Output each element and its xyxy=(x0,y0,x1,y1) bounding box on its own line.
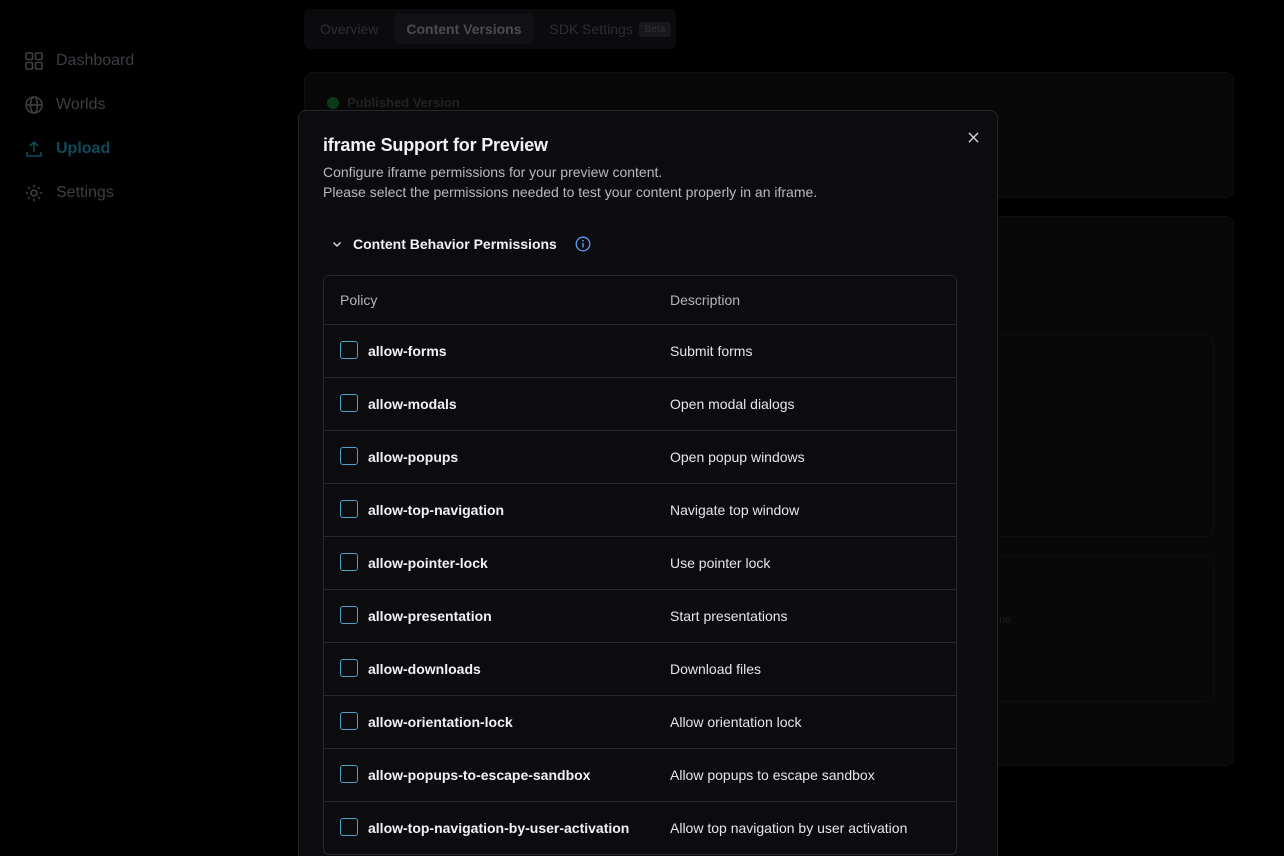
column-header-policy: Policy xyxy=(340,292,378,308)
table-header: Policy Description xyxy=(324,276,956,324)
modal-description: Configure iframe permissions for your pr… xyxy=(323,162,817,202)
table-row: allow-presentation Start presentations xyxy=(324,589,956,642)
page-tabs: Overview Content Versions SDK Settings B… xyxy=(304,9,676,49)
chevron-down-icon xyxy=(332,241,342,248)
policy-name: allow-presentation xyxy=(368,608,492,624)
sidebar-item-label: Settings xyxy=(56,184,114,201)
table-row: allow-popups Open popup windows xyxy=(324,430,956,483)
info-icon[interactable] xyxy=(575,236,591,252)
sidebar-item-upload[interactable]: Upload xyxy=(24,139,110,159)
tab-sdk-settings-label: SDK Settings xyxy=(549,21,633,37)
policy-description: Start presentations xyxy=(670,608,788,624)
tab-sdk-settings[interactable]: SDK Settings Beta xyxy=(538,14,684,44)
permission-checkbox[interactable] xyxy=(340,659,358,677)
sidebar-item-worlds[interactable]: Worlds xyxy=(24,95,106,115)
policy-name: allow-pointer-lock xyxy=(368,555,488,571)
dashboard-icon xyxy=(25,52,43,70)
permission-checkbox[interactable] xyxy=(340,394,358,412)
policy-name: allow-top-navigation-by-user-activation xyxy=(368,820,630,836)
table-row: allow-top-navigation-by-user-activation … xyxy=(324,801,956,854)
permissions-table: Policy Description allow-forms Submit fo… xyxy=(323,275,957,855)
gear-icon xyxy=(25,184,43,202)
permission-checkbox[interactable] xyxy=(340,818,358,836)
upload-icon xyxy=(26,140,42,157)
modal-title: iframe Support for Preview xyxy=(323,135,548,155)
bg-panel xyxy=(986,334,1214,537)
section-toggle-content-behavior[interactable]: Content Behavior Permissions xyxy=(331,236,591,252)
sidebar-item-label: Dashboard xyxy=(56,52,135,69)
globe-icon xyxy=(25,96,43,114)
sidebar-item-settings[interactable]: Settings xyxy=(24,183,114,203)
permission-checkbox[interactable] xyxy=(340,553,358,571)
policy-description: Allow top navigation by user activation xyxy=(670,820,908,836)
policy-name: allow-modals xyxy=(368,396,457,412)
policy-description: Open modal dialogs xyxy=(670,396,795,412)
sidebar: Dashboard Worlds Upload Settings xyxy=(0,0,280,856)
permission-checkbox[interactable] xyxy=(340,341,358,359)
policy-name: allow-popups-to-escape-sandbox xyxy=(368,767,591,783)
permission-checkbox[interactable] xyxy=(340,606,358,624)
policy-name: allow-popups xyxy=(368,449,459,465)
policy-name: allow-forms xyxy=(368,343,447,359)
column-header-description: Description xyxy=(670,292,741,308)
table-row: allow-modals Open modal dialogs xyxy=(324,377,956,430)
bg-panel xyxy=(986,555,1214,702)
policy-description: Allow popups to escape sandbox xyxy=(670,767,875,783)
permission-checkbox[interactable] xyxy=(340,765,358,783)
policy-name: allow-top-navigation xyxy=(368,502,505,518)
permission-checkbox[interactable] xyxy=(340,500,358,518)
published-status-dot xyxy=(327,97,339,109)
table-row: allow-pointer-lock Use pointer lock xyxy=(324,536,956,589)
sidebar-item-label: Upload xyxy=(56,140,111,157)
policy-description: Allow orientation lock xyxy=(670,714,802,730)
policy-description: Download files xyxy=(670,661,762,677)
policy-description: Navigate top window xyxy=(670,502,800,518)
section-title: Content Behavior Permissions xyxy=(353,236,557,252)
table-row: allow-orientation-lock Allow orientation… xyxy=(324,695,956,748)
published-version-label: Published Version xyxy=(347,95,460,110)
modal-description-line: Please select the permissions needed to … xyxy=(323,184,818,200)
modal-description-line: Configure iframe permissions for your pr… xyxy=(323,164,663,180)
beta-badge: Beta xyxy=(638,21,672,37)
close-icon xyxy=(967,131,979,143)
table-row: allow-forms Submit forms xyxy=(324,324,956,377)
table-row: allow-downloads Download files xyxy=(324,642,956,695)
bg-faint-text: me. xyxy=(996,614,1015,626)
policy-name: allow-orientation-lock xyxy=(368,714,513,730)
tab-content-versions[interactable]: Content Versions xyxy=(394,14,534,44)
policy-description: Open popup windows xyxy=(670,449,805,465)
table-row: allow-popups-to-escape-sandbox Allow pop… xyxy=(324,748,956,801)
app-root: Dashboard Worlds Upload Settings Overvie… xyxy=(0,0,1284,856)
policy-name: allow-downloads xyxy=(368,661,481,677)
sidebar-item-label: Worlds xyxy=(56,96,106,113)
permission-checkbox[interactable] xyxy=(340,712,358,730)
iframe-support-modal: iframe Support for Preview Configure ifr… xyxy=(298,110,998,856)
sidebar-item-dashboard[interactable]: Dashboard xyxy=(24,51,134,71)
permission-checkbox[interactable] xyxy=(340,447,358,465)
policy-description: Submit forms xyxy=(670,343,753,359)
policy-description: Use pointer lock xyxy=(670,555,771,571)
table-row: allow-top-navigation Navigate top window xyxy=(324,483,956,536)
tab-overview[interactable]: Overview xyxy=(308,14,390,44)
close-button[interactable] xyxy=(965,129,981,145)
